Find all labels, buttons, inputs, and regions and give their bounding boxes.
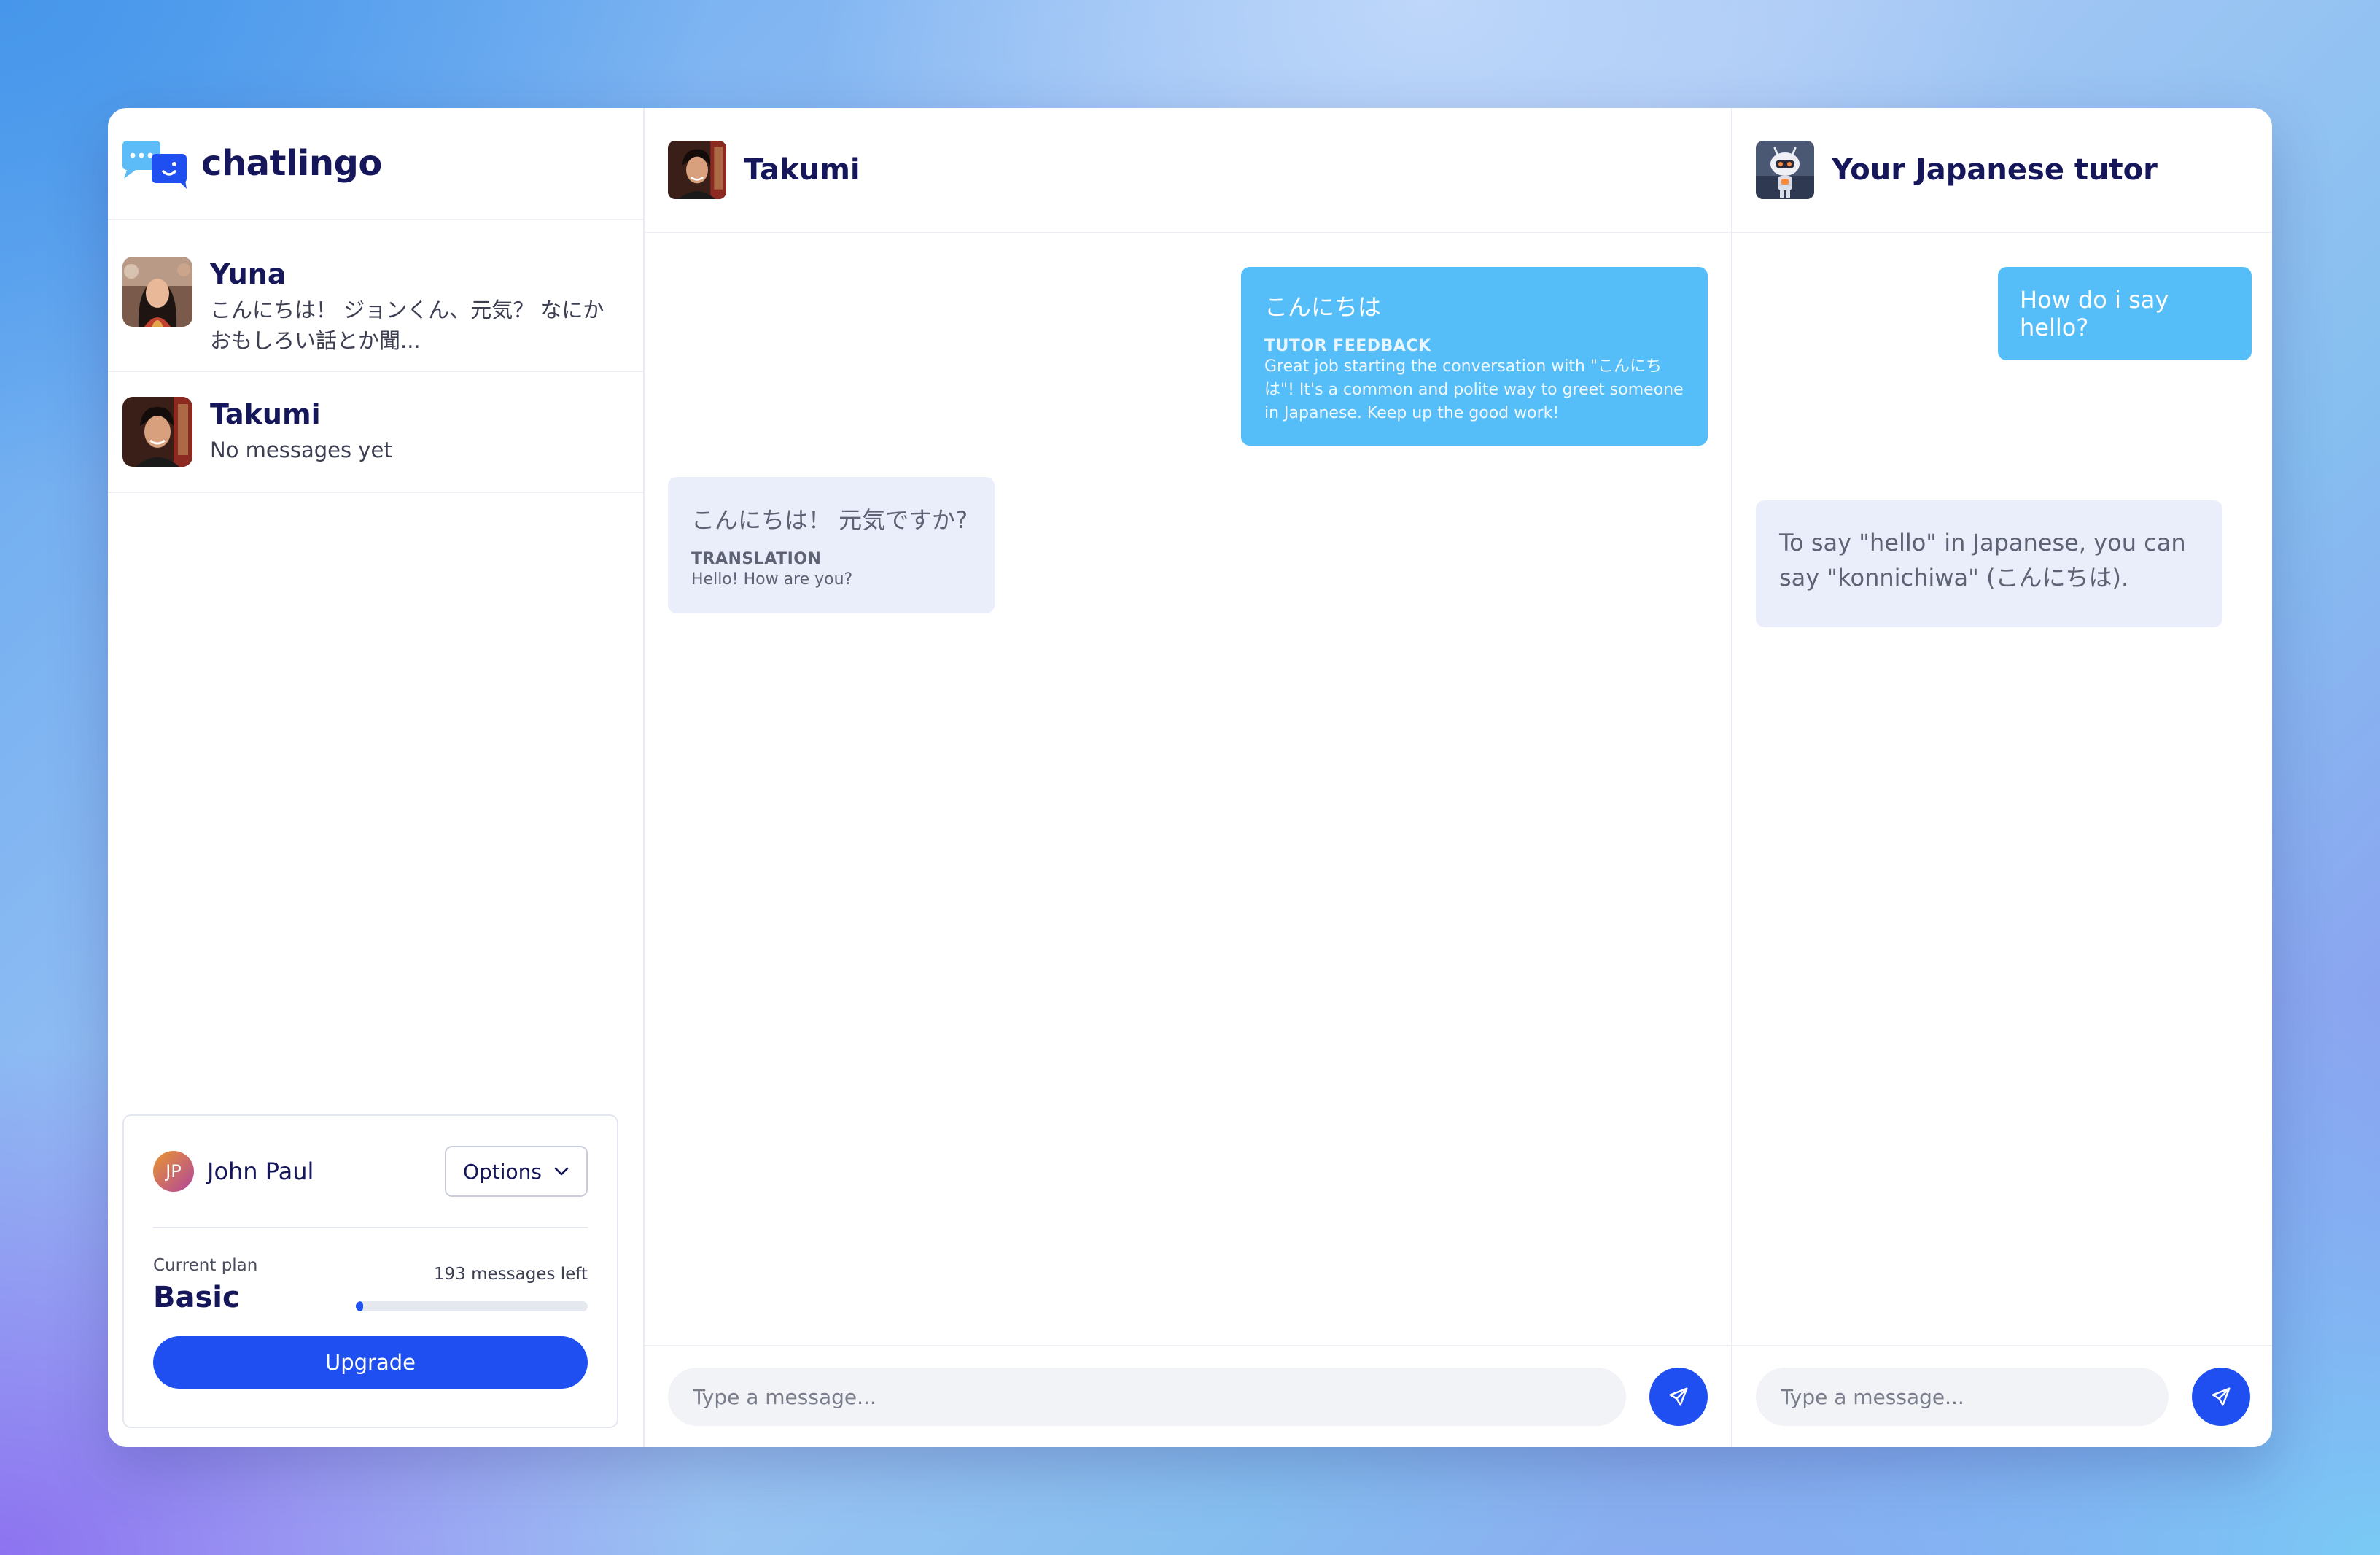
tutor-header: Your Japanese tutor xyxy=(1732,108,2272,233)
send-icon xyxy=(1669,1387,1688,1406)
usage-progress-bar xyxy=(356,1301,588,1311)
options-button[interactable]: Options xyxy=(445,1146,588,1197)
takumi-avatar-icon xyxy=(122,397,192,467)
user-avatar: JP xyxy=(153,1151,194,1192)
takumi-avatar-icon xyxy=(668,141,726,199)
translation-label: TRANSLATION xyxy=(691,550,822,568)
yuna-avatar-icon xyxy=(122,257,192,327)
message-bubble-incoming: To say "hello" in Japanese, you can say … xyxy=(1756,500,2222,627)
message-text: How do i say hello? xyxy=(2020,286,2169,341)
send-icon xyxy=(2212,1387,2231,1406)
plan-label: Current plan xyxy=(153,1256,258,1275)
tutor-composer xyxy=(1732,1345,2272,1447)
plan-row: Current plan Basic 193 messages left xyxy=(153,1228,588,1314)
tutor-title: Your Japanese tutor xyxy=(1832,153,2158,187)
plan-name: Basic xyxy=(153,1281,240,1314)
messages-left: 193 messages left xyxy=(433,1265,588,1284)
usage-progress-fill xyxy=(356,1301,363,1311)
translation-text: Hello! How are you? xyxy=(691,570,853,589)
contact-preview: No messages yet xyxy=(210,438,392,462)
account-card: JP John Paul Options Current plan Basic … xyxy=(122,1114,618,1428)
robot-avatar-icon xyxy=(1756,141,1814,199)
user-row: JP John Paul Options xyxy=(153,1116,588,1228)
contact-avatar xyxy=(122,397,192,467)
tutor-feedback-text: Great job starting the conversation with… xyxy=(1264,357,1684,422)
message-text: こんにちは！ 元気ですか? xyxy=(691,506,968,534)
contact-item-yuna[interactable]: Yuna こんにちは！ ジョンくん、元気？ なにかおもしろい話とか聞... xyxy=(108,220,643,372)
message-text: こんにちは xyxy=(1264,293,1382,321)
message-composer xyxy=(645,1345,1731,1447)
app-name: chatlingo xyxy=(201,143,382,184)
options-label: Options xyxy=(462,1159,542,1184)
contact-avatar xyxy=(122,257,192,327)
chat-panel: Takumi こんにちは TUTOR FEEDBACK Great job st… xyxy=(645,108,1732,1447)
message-text: To say "hello" in Japanese, you can say … xyxy=(1779,529,2186,592)
user-name: John Paul xyxy=(207,1157,314,1185)
send-button[interactable] xyxy=(1649,1368,1708,1426)
tutor-message-input[interactable] xyxy=(1756,1368,2169,1426)
message-bubble-outgoing: How do i say hello? xyxy=(1998,267,2252,360)
chat-avatar xyxy=(668,141,726,199)
contact-preview: こんにちは！ ジョンくん、元気？ なにかおもしろい話とか聞... xyxy=(210,298,604,353)
sidebar: chatlingo Yuna こんにちは！ ジョンくん、元気？ なにかおもしろい… xyxy=(108,108,645,1447)
chevron-down-icon xyxy=(554,1167,569,1176)
contact-name: Takumi xyxy=(210,398,321,430)
tutor-feedback-label: TUTOR FEEDBACK xyxy=(1264,337,1431,355)
message-input[interactable] xyxy=(668,1368,1626,1426)
contact-item-takumi[interactable]: Takumi No messages yet xyxy=(108,372,643,493)
chat-bubbles-logo-icon xyxy=(122,141,187,189)
chat-title: Takumi xyxy=(744,153,860,187)
logo[interactable]: chatlingo xyxy=(108,108,643,220)
tutor-send-button[interactable] xyxy=(2192,1368,2250,1426)
message-bubble-outgoing: こんにちは TUTOR FEEDBACK Great job starting … xyxy=(1241,267,1708,446)
chat-header: Takumi xyxy=(645,108,1731,233)
tutor-avatar xyxy=(1756,141,1814,199)
app-window: chatlingo Yuna こんにちは！ ジョンくん、元気？ なにかおもしろい… xyxy=(108,108,2272,1447)
contact-name: Yuna xyxy=(210,258,287,290)
message-bubble-incoming: こんにちは！ 元気ですか? TRANSLATION Hello! How are… xyxy=(668,477,995,613)
tutor-panel: Your Japanese tutor How do i say hello? … xyxy=(1732,108,2272,1447)
upgrade-button[interactable]: Upgrade xyxy=(153,1336,588,1389)
